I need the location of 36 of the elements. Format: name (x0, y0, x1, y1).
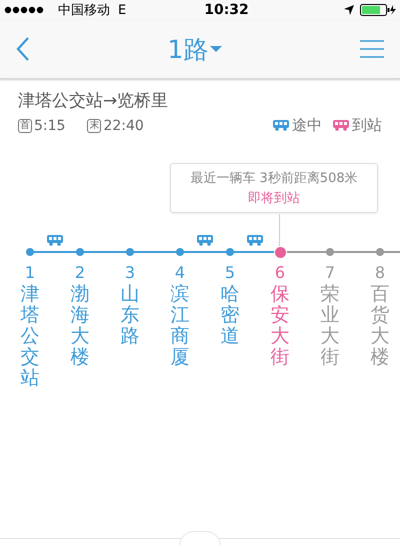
menu-button[interactable] (360, 39, 384, 59)
legend-label: 到站 (352, 116, 382, 135)
time-badge: 末 (87, 118, 102, 132)
stop-name[interactable]: 保安大街 (270, 284, 290, 368)
arrival-status: 即将到站 (248, 190, 300, 207)
route-direction: 津塔公交站→览桥里 (18, 90, 170, 112)
stop-name[interactable]: 滨江商厦 (170, 284, 190, 368)
stop-name[interactable]: 荣业大街 (320, 284, 340, 368)
stop-number: 5 (224, 263, 236, 282)
stop-number: 8 (374, 263, 386, 282)
stop-number: 6 (274, 263, 286, 282)
stop-name[interactable]: 山东路 (120, 284, 140, 347)
stop-number: 1 (24, 263, 36, 282)
service-time: 22:40 (103, 118, 144, 134)
network-type: E (118, 2, 126, 18)
carrier-name: 中国移动 (58, 2, 110, 19)
bus-icon (272, 120, 290, 131)
pull-up-handle[interactable] (179, 531, 221, 545)
stop-number: 2 (74, 263, 86, 282)
location-arrow-icon (344, 5, 354, 15)
clock-time: 10:32 (204, 2, 249, 18)
stop-number: 4 (174, 263, 186, 282)
battery-icon (360, 4, 396, 16)
tooltip-text: 最近一辆车 3秒前距离508米 (190, 170, 358, 187)
caret-icon (210, 45, 222, 53)
stop-number: 7 (324, 263, 336, 282)
service-time: 5:15 (34, 118, 66, 134)
bus-icon (332, 120, 350, 131)
stop-name[interactable]: 哈密道 (220, 284, 240, 347)
stop-name[interactable]: 津塔公交站 (20, 284, 40, 388)
stop-number: 3 (124, 263, 136, 282)
stop-name[interactable]: 百货大楼 (370, 284, 390, 368)
time-badge: 首 (18, 118, 32, 132)
stop-name[interactable]: 渤海大楼 (70, 284, 90, 368)
legend-label: 途中 (292, 116, 322, 135)
back-button[interactable] (16, 37, 30, 61)
